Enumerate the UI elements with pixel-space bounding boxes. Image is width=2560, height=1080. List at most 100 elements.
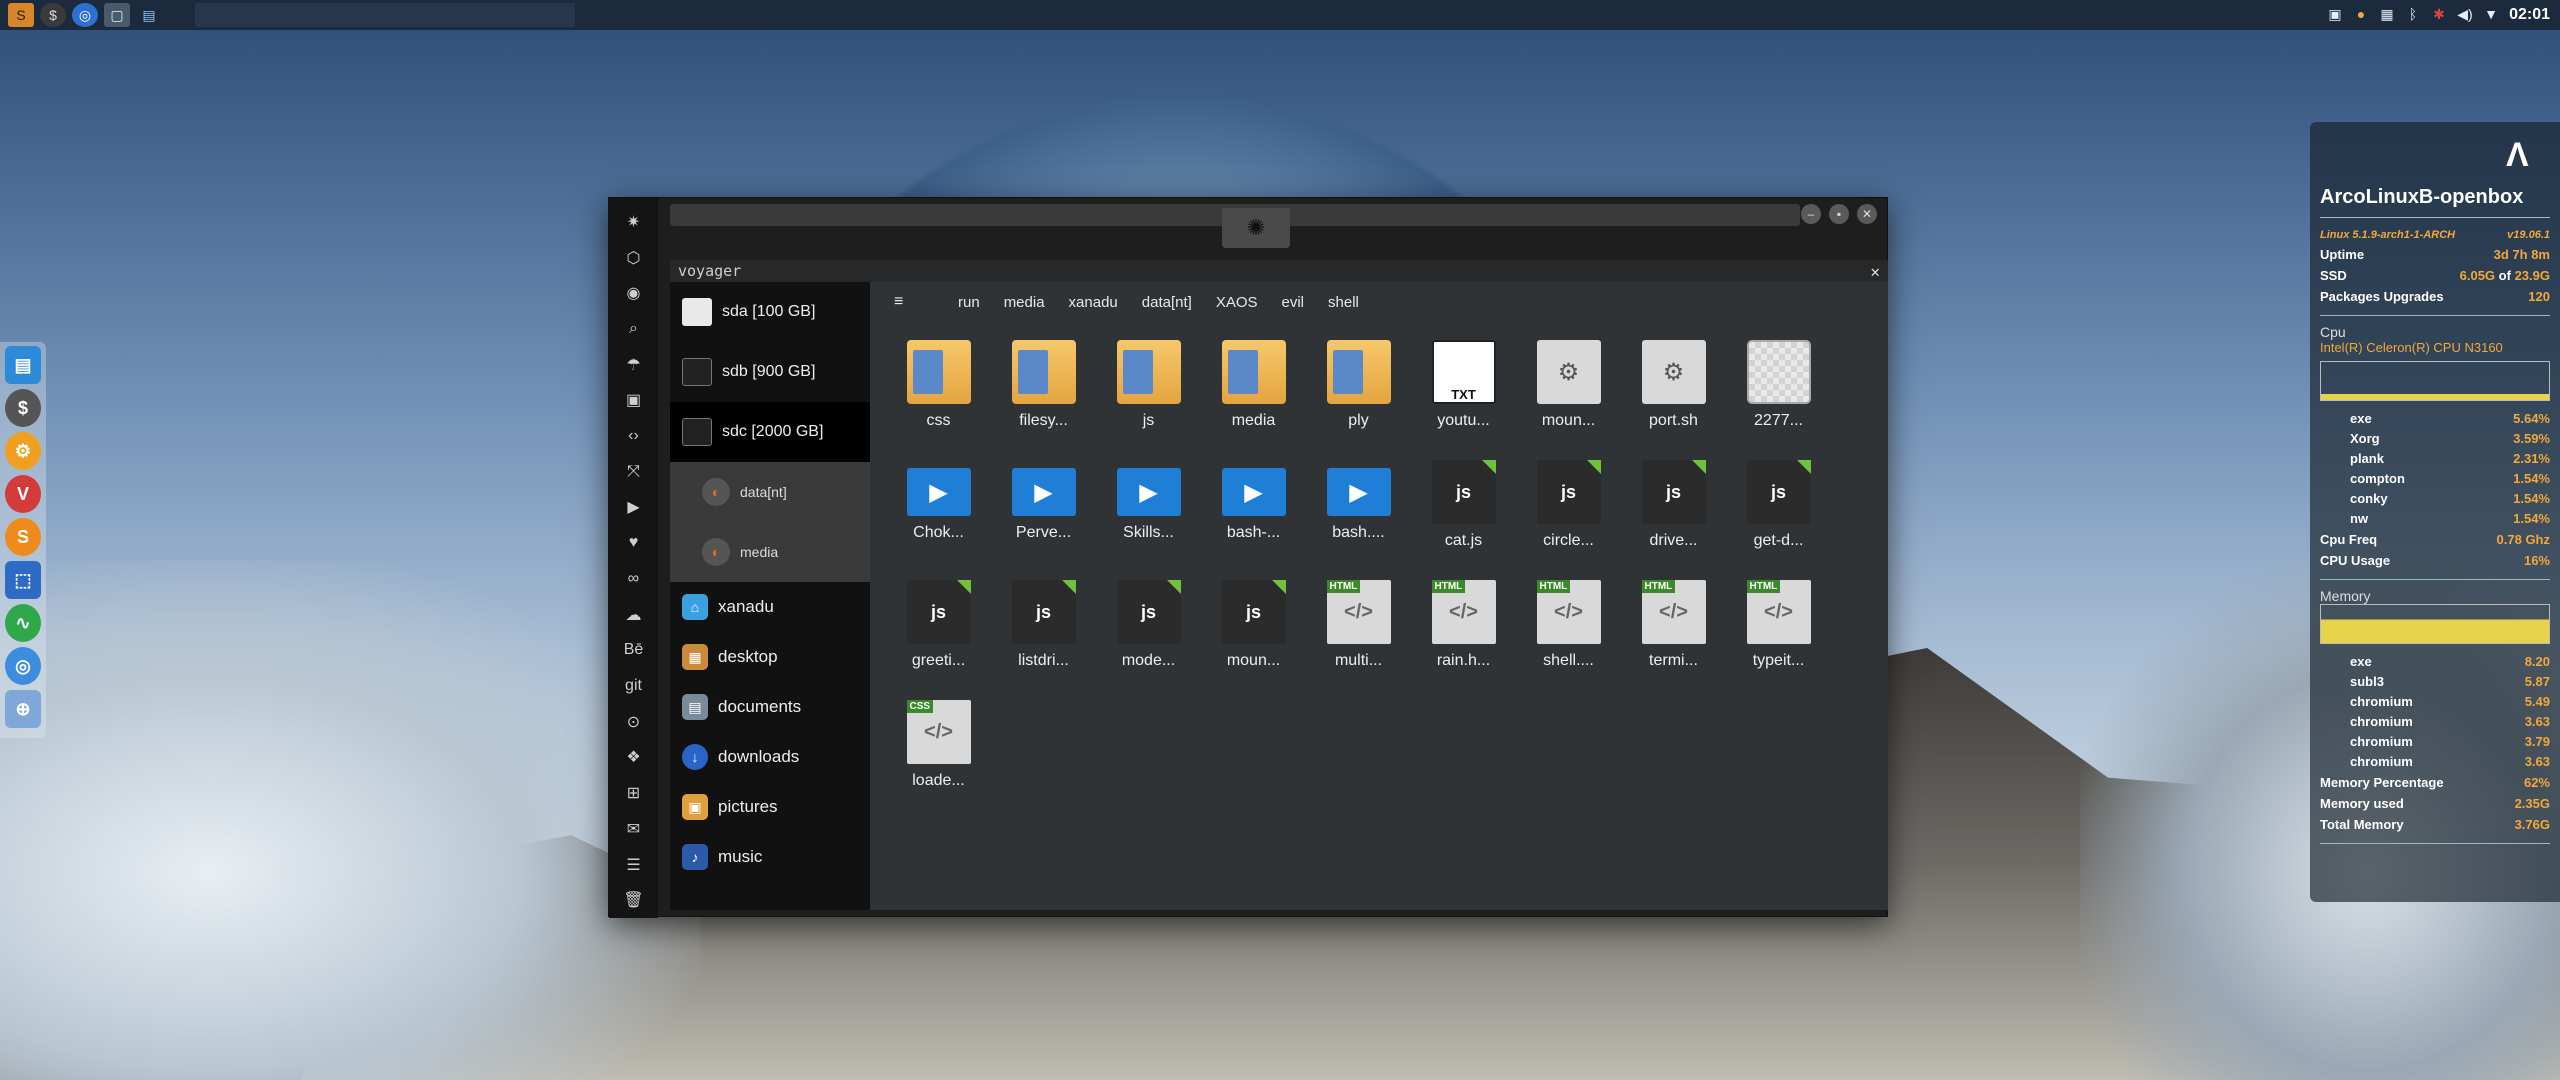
mount-media[interactable]: ◐ media — [670, 522, 870, 582]
trash-icon[interactable]: 🗑 — [619, 882, 649, 918]
globe-icon[interactable]: ◉ — [619, 275, 649, 311]
settings-dock-icon[interactable]: ⚙ — [5, 432, 41, 470]
screenshot-icon[interactable]: ▦ — [2378, 4, 2396, 24]
file-item[interactable]: ⚙ moun... — [1516, 340, 1621, 460]
network-dock-icon[interactable]: ⊕ — [5, 690, 41, 728]
github-icon[interactable]: ⊙ — [619, 704, 649, 740]
process-row: subl3 5.87 — [2320, 672, 2550, 692]
file-item[interactable]: 2277... — [1726, 340, 1831, 460]
process-name: Xorg — [2350, 431, 2380, 446]
mount-data-nt[interactable]: ◐ data[nt] — [670, 462, 870, 522]
file-item[interactable]: js circle... — [1516, 460, 1621, 580]
code-icon[interactable]: ‹› — [619, 418, 649, 454]
file-item[interactable]: js — [1096, 340, 1201, 460]
file-manager-icon[interactable]: ▤ — [136, 3, 162, 27]
server-icon[interactable]: ☰ — [619, 847, 649, 883]
file-item[interactable]: js drive... — [1621, 460, 1726, 580]
sublime-icon[interactable]: S — [8, 3, 34, 27]
files-dock-icon[interactable]: ▤ — [5, 346, 41, 384]
infinity-icon[interactable]: ∞ — [619, 561, 649, 597]
mail-icon[interactable]: ✉ — [619, 811, 649, 847]
chromium-dock-icon[interactable]: ◎ — [5, 647, 41, 685]
app-close-icon[interactable]: ✕ — [1870, 262, 1880, 281]
file-item[interactable]: ▶ bash-... — [1201, 460, 1306, 580]
cubes-icon[interactable]: ❖ — [619, 740, 649, 776]
file-item[interactable]: js get-d... — [1726, 460, 1831, 580]
file-item[interactable]: css — [886, 340, 991, 460]
sublime-dock-icon[interactable]: S — [5, 518, 41, 556]
drive-sda[interactable]: sda [100 GB] — [670, 282, 870, 342]
file-item[interactable]: HTML </> shell.... — [1516, 580, 1621, 700]
file-item[interactable]: js mode... — [1096, 580, 1201, 700]
umbrella-icon[interactable]: ☂ — [619, 347, 649, 383]
youtube-icon[interactable]: ▶ — [619, 490, 649, 526]
contact-icon[interactable]: ▣ — [619, 383, 649, 419]
taskbar-area[interactable] — [195, 3, 575, 27]
close-icon[interactable]: ✕ — [1857, 204, 1877, 224]
file-item[interactable]: ▶ Chok... — [886, 460, 991, 580]
file-item[interactable]: HTML </> multi... — [1306, 580, 1411, 700]
git-icon[interactable]: git — [619, 668, 649, 704]
search-icon[interactable]: ⌕ — [619, 311, 649, 347]
file-item[interactable]: js greeti... — [886, 580, 991, 700]
bluetooth-icon[interactable]: ᛒ — [2404, 4, 2422, 24]
place-desktop[interactable]: ▦ desktop — [670, 632, 870, 682]
terminal-dock-icon[interactable]: $ — [5, 389, 41, 427]
clock[interactable]: 02:01 — [2509, 6, 2550, 24]
file-item[interactable]: js listdri... — [991, 580, 1096, 700]
process-value: 3.63 — [2524, 714, 2550, 729]
file-item[interactable]: ⚙ port.sh — [1621, 340, 1726, 460]
place-downloads[interactable]: ↓ downloads — [670, 732, 870, 782]
process-row: chromium 3.63 — [2320, 752, 2550, 772]
drive-sdb[interactable]: sdb [900 GB] — [670, 342, 870, 402]
monitor-dock-icon[interactable]: ∿ — [5, 604, 41, 642]
place-documents[interactable]: ▤ documents — [670, 682, 870, 732]
terminal-icon[interactable]: $ — [40, 3, 66, 27]
file-item[interactable]: filesy... — [991, 340, 1096, 460]
drive-sdc[interactable]: sdc [2000 GB] — [670, 402, 870, 462]
file-item[interactable]: js cat.js — [1411, 460, 1516, 580]
browser-icon[interactable]: ◎ — [72, 3, 98, 27]
file-item[interactable]: HTML </> rain.h... — [1411, 580, 1516, 700]
vivaldi-dock-icon[interactable]: V — [5, 475, 41, 513]
file-item[interactable]: CSS </> loade... — [886, 700, 991, 820]
red-bug-icon[interactable]: ✱ — [2430, 4, 2448, 24]
behance-icon[interactable]: Bē — [619, 632, 649, 668]
file-item[interactable]: HTML </> termi... — [1621, 580, 1726, 700]
empire-icon[interactable]: ✷ — [619, 204, 649, 240]
place-music[interactable]: ♪ music — [670, 832, 870, 882]
cloud-icon[interactable]: ☁ — [619, 597, 649, 633]
manager-icon[interactable]: ▣ — [2326, 4, 2344, 24]
heart-icon[interactable]: ♥ — [619, 525, 649, 561]
workspace-icon[interactable]: ▢ — [104, 3, 130, 27]
hexagon-icon[interactable]: ⬡ — [619, 240, 649, 276]
place-pictures[interactable]: ▣ pictures — [670, 782, 870, 832]
wifi-icon[interactable]: ▼ — [2482, 4, 2500, 24]
breadcrumb-item[interactable]: data[nt] — [1142, 294, 1192, 311]
file-item[interactable]: TXT youtu... — [1411, 340, 1516, 460]
file-item[interactable]: js moun... — [1201, 580, 1306, 700]
file-item[interactable]: ▶ Perve... — [991, 460, 1096, 580]
updates-icon[interactable]: ● — [2352, 4, 2370, 24]
file-item[interactable]: ▶ bash.... — [1306, 460, 1411, 580]
breadcrumb-item[interactable]: XAOS — [1216, 294, 1258, 311]
expand-icon[interactable]: ⤧ — [619, 454, 649, 490]
file-item[interactable]: media — [1201, 340, 1306, 460]
breadcrumb-item[interactable]: evil — [1282, 294, 1305, 311]
breadcrumb-item[interactable]: media — [1004, 294, 1045, 311]
minimize-icon[interactable]: – — [1801, 204, 1821, 224]
place-xanadu[interactable]: ⌂ xanadu — [670, 582, 870, 632]
menu-icon[interactable]: ≡ — [894, 293, 914, 311]
file-item[interactable]: HTML </> typeit... — [1726, 580, 1831, 700]
map-icon[interactable]: ⊞ — [619, 775, 649, 811]
screenshot-dock-icon[interactable]: ⬚ — [5, 561, 41, 599]
breadcrumb-item[interactable]: xanadu — [1069, 294, 1118, 311]
maximize-icon[interactable]: ▪ — [1829, 204, 1849, 224]
css-file-icon: CSS </> — [906, 700, 971, 764]
file-item[interactable]: ▶ Skills... — [1096, 460, 1201, 580]
breadcrumb-item[interactable]: run — [958, 294, 980, 311]
file-item[interactable]: ply — [1306, 340, 1411, 460]
breadcrumb-item[interactable]: shell — [1328, 294, 1359, 311]
file-type-badge: js — [1035, 601, 1051, 622]
volume-icon[interactable]: ◀) — [2456, 4, 2474, 24]
